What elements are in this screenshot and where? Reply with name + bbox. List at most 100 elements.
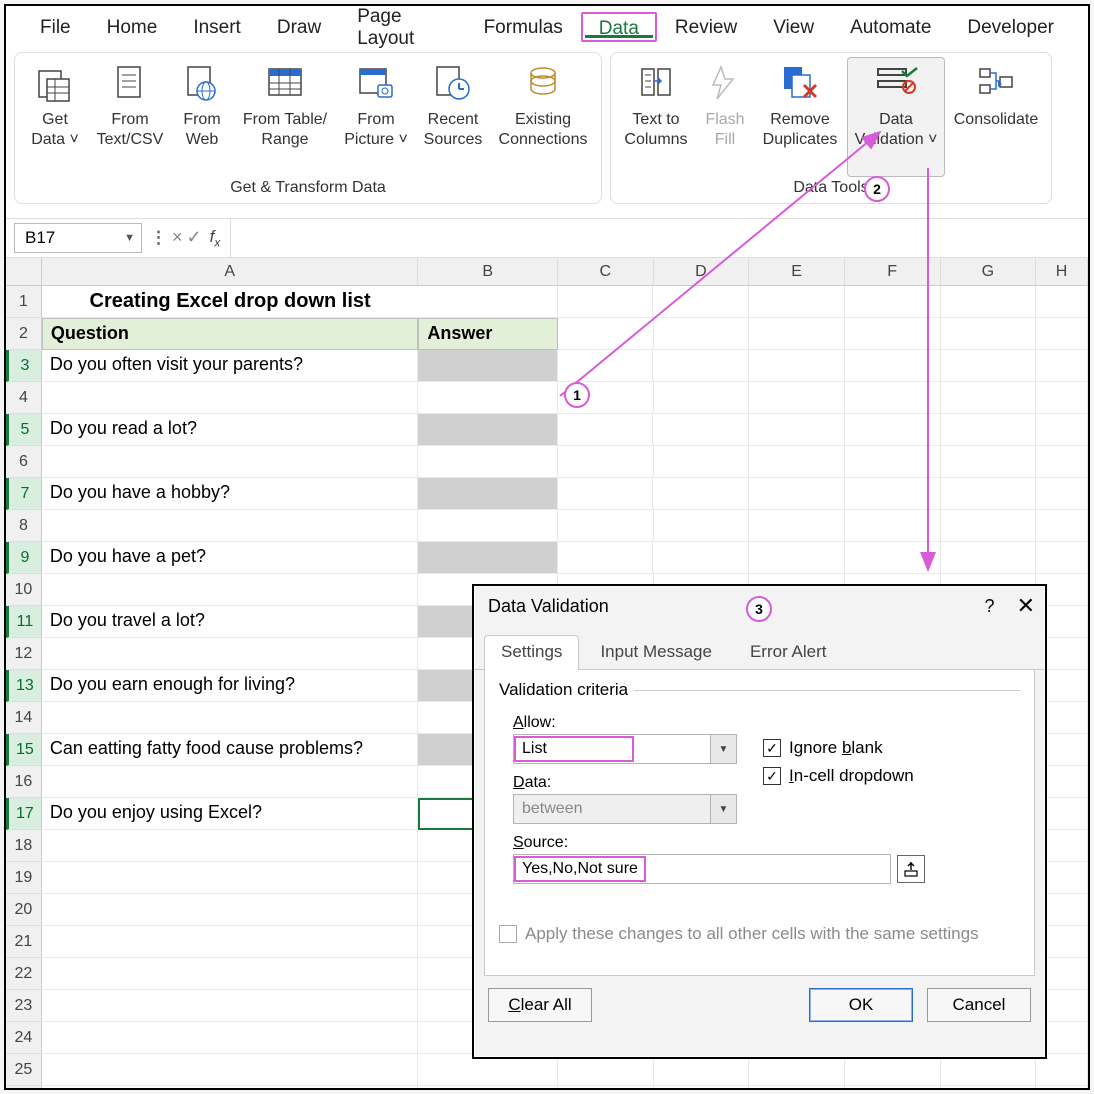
- flash-fill-button[interactable]: Flash Fill: [697, 57, 753, 177]
- cell[interactable]: [558, 350, 654, 382]
- row-header[interactable]: 11: [6, 606, 42, 638]
- cell[interactable]: [941, 478, 1037, 510]
- ignore-blank-checkbox[interactable]: ✓Ignore blank: [763, 738, 914, 758]
- cell[interactable]: [845, 286, 941, 318]
- select-all-corner[interactable]: [6, 258, 42, 286]
- cell[interactable]: [1036, 1086, 1088, 1090]
- row-header[interactable]: 9: [6, 542, 42, 574]
- from-picture-button[interactable]: From Picture ˅: [337, 57, 415, 177]
- cell[interactable]: [653, 414, 749, 446]
- row-header[interactable]: 22: [6, 958, 42, 990]
- cell[interactable]: [42, 1022, 418, 1054]
- cell[interactable]: [42, 510, 418, 542]
- cell[interactable]: [418, 382, 557, 414]
- cell[interactable]: [1036, 510, 1088, 542]
- cell[interactable]: [653, 350, 749, 382]
- cell[interactable]: [418, 446, 557, 478]
- dialog-close-button[interactable]: ✕: [1017, 593, 1035, 619]
- from-table-button[interactable]: From Table/ Range: [235, 57, 335, 177]
- from-web-button[interactable]: From Web: [171, 57, 233, 177]
- cell[interactable]: [1036, 350, 1088, 382]
- cell[interactable]: [749, 478, 845, 510]
- cell[interactable]: [749, 1086, 845, 1090]
- cell[interactable]: [42, 766, 418, 798]
- cell[interactable]: [749, 318, 845, 350]
- existing-connections-button[interactable]: Existing Connections: [491, 57, 595, 177]
- namebox-dropdown-icon[interactable]: ▼: [124, 232, 135, 244]
- row-header[interactable]: 6: [6, 446, 42, 478]
- row-header[interactable]: 19: [6, 862, 42, 894]
- row-header[interactable]: 23: [6, 990, 42, 1022]
- cell[interactable]: [42, 894, 418, 926]
- cell[interactable]: [418, 542, 557, 574]
- cell[interactable]: [418, 478, 557, 510]
- cell[interactable]: [558, 318, 654, 350]
- cell[interactable]: [558, 414, 654, 446]
- cell[interactable]: [749, 350, 845, 382]
- cell[interactable]: [845, 318, 941, 350]
- menu-draw[interactable]: Draw: [259, 11, 339, 43]
- row-header[interactable]: 26: [6, 1086, 42, 1090]
- col-header-h[interactable]: H: [1036, 258, 1088, 286]
- cell[interactable]: [42, 958, 418, 990]
- cell[interactable]: [653, 286, 749, 318]
- menu-review[interactable]: Review: [657, 11, 755, 43]
- cell[interactable]: [845, 478, 941, 510]
- text-to-columns-button[interactable]: Text to Columns: [617, 57, 695, 177]
- cell[interactable]: [1036, 478, 1088, 510]
- cell[interactable]: [558, 286, 654, 318]
- cell[interactable]: [845, 542, 941, 574]
- cell[interactable]: [654, 318, 750, 350]
- cell[interactable]: [1036, 318, 1088, 350]
- cell[interactable]: [42, 702, 418, 734]
- row-header[interactable]: 2: [6, 318, 42, 350]
- namebox-resize[interactable]: ⋮: [150, 228, 166, 248]
- fx-icon[interactable]: fx: [206, 227, 225, 249]
- menu-data[interactable]: Data: [581, 12, 657, 42]
- cell[interactable]: [941, 542, 1037, 574]
- cell[interactable]: [418, 286, 557, 318]
- cell[interactable]: [42, 1054, 418, 1086]
- row-header[interactable]: 18: [6, 830, 42, 862]
- cell[interactable]: [42, 382, 418, 414]
- cell[interactable]: Do you have a pet?: [42, 542, 418, 574]
- cell[interactable]: Answer: [418, 318, 557, 350]
- cell[interactable]: [654, 382, 750, 414]
- menu-pagelayout[interactable]: Page Layout: [339, 4, 465, 54]
- cell[interactable]: [558, 1086, 654, 1090]
- cell[interactable]: [749, 286, 845, 318]
- formula-input[interactable]: [230, 219, 1088, 257]
- cell[interactable]: Can eatting fatty food cause problems?: [42, 734, 418, 766]
- row-header[interactable]: 20: [6, 894, 42, 926]
- cell[interactable]: [418, 1086, 557, 1090]
- cell[interactable]: [1036, 382, 1088, 414]
- clear-all-button[interactable]: Clear All: [488, 988, 592, 1022]
- col-header-a[interactable]: A: [42, 258, 419, 286]
- cell[interactable]: Do you have a hobby?: [42, 478, 418, 510]
- cell[interactable]: [42, 862, 418, 894]
- cell[interactable]: [941, 1086, 1037, 1090]
- menu-automate[interactable]: Automate: [832, 11, 949, 43]
- row-header[interactable]: 3: [6, 350, 42, 382]
- incell-dropdown-checkbox[interactable]: ✓In-cell dropdown: [763, 766, 914, 786]
- cell[interactable]: [654, 446, 750, 478]
- cell[interactable]: [42, 830, 418, 862]
- cell[interactable]: [558, 478, 654, 510]
- tab-error-alert[interactable]: Error Alert: [733, 635, 844, 670]
- cell[interactable]: [42, 446, 418, 478]
- cell[interactable]: [654, 510, 750, 542]
- row-header[interactable]: 12: [6, 638, 42, 670]
- cell[interactable]: [941, 446, 1037, 478]
- allow-dropdown[interactable]: List ▼: [513, 734, 737, 764]
- get-data-button[interactable]: Get Data ˅: [21, 57, 89, 177]
- menu-developer[interactable]: Developer: [949, 11, 1072, 43]
- consolidate-button[interactable]: Consolidate: [947, 57, 1045, 177]
- range-picker-button[interactable]: [897, 855, 925, 883]
- cell[interactable]: Creating Excel drop down list: [42, 286, 418, 318]
- row-header[interactable]: 25: [6, 1054, 42, 1086]
- col-header-f[interactable]: F: [845, 258, 941, 286]
- cell[interactable]: [845, 446, 941, 478]
- row-header[interactable]: 8: [6, 510, 42, 542]
- cell[interactable]: [749, 414, 845, 446]
- dialog-help-button[interactable]: ?: [985, 596, 995, 617]
